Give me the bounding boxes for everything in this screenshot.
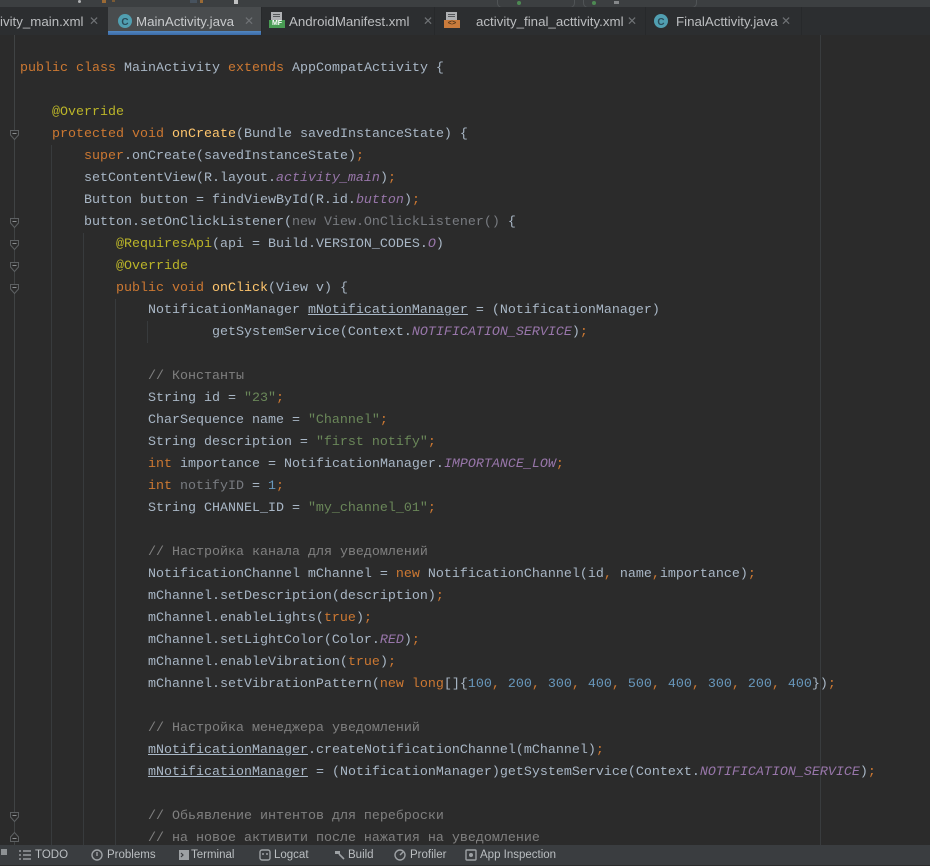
svg-text:C: C: [121, 17, 128, 28]
svg-text:C: C: [657, 17, 664, 28]
